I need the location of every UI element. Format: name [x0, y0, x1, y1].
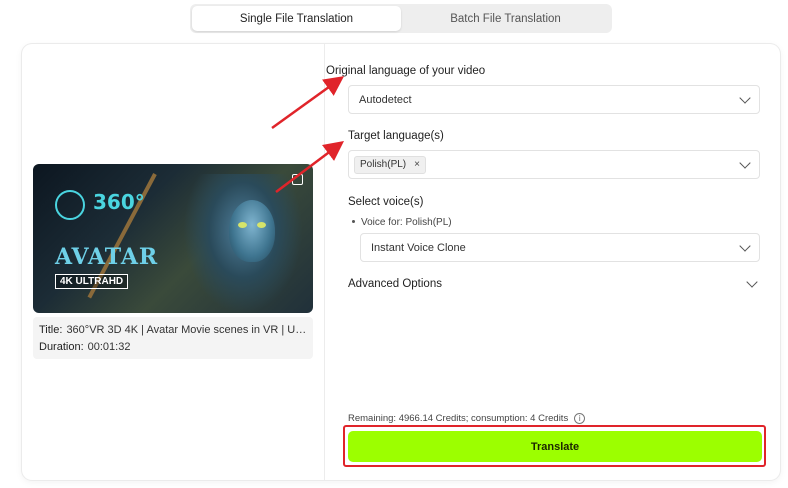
voice-value: Instant Voice Clone [371, 241, 466, 254]
target-language-label: Target language(s) [348, 130, 444, 142]
language-chip-label: Polish(PL) [360, 159, 407, 170]
tab-single-file-translation[interactable]: Single File Translation [192, 6, 401, 31]
chevron-down-icon [739, 239, 751, 252]
chevron-down-icon [746, 276, 758, 288]
advanced-options-label: Advanced Options [348, 278, 442, 290]
video-title: 360°VR 3D 4K | Avatar Movie scenes in VR… [66, 324, 307, 336]
tab-batch-file-translation[interactable]: Batch File Translation [401, 6, 610, 31]
credits-remaining: Remaining: 4966.14 Credits; consumption:… [348, 413, 586, 424]
video-duration-row: Duration: 00:01:32 [39, 339, 307, 356]
thumb-avatar-logo: AVATAR [55, 244, 159, 270]
voice-for-label: Voice for: Polish(PL) [352, 217, 452, 228]
select-voice-label: Select voice(s) [348, 196, 424, 208]
info-icon[interactable]: i [574, 413, 586, 424]
character-face [229, 200, 275, 262]
translation-mode-tabs: Single File Translation Batch File Trans… [190, 4, 612, 33]
title-label: Title: [39, 324, 63, 336]
vr-headset-icon [55, 190, 85, 220]
video-thumbnail[interactable]: 360° AVATAR 4K ULTRAHD [33, 164, 313, 313]
advanced-options-toggle[interactable]: Advanced Options [348, 274, 758, 294]
chevron-down-icon [739, 91, 751, 104]
thumb-360-label: 360° [93, 190, 145, 214]
chevron-down-icon [739, 156, 751, 169]
bullet-icon [352, 219, 355, 223]
thumb-4k-badge: 4K ULTRAHD [55, 274, 129, 289]
video-info: Title: 360°VR 3D 4K | Avatar Movie scenes… [33, 317, 313, 359]
remove-chip-icon[interactable]: × [414, 159, 420, 170]
panel-divider [324, 44, 325, 480]
original-language-label: Original language of your video [326, 65, 486, 77]
video-title-row: Title: 360°VR 3D 4K | Avatar Movie scenes… [39, 322, 307, 339]
voice-select[interactable]: Instant Voice Clone [360, 233, 760, 262]
translate-button[interactable]: Translate [348, 431, 762, 462]
original-language-select[interactable]: Autodetect [348, 85, 760, 114]
delete-icon[interactable] [292, 174, 303, 185]
original-language-value: Autodetect [359, 93, 412, 106]
video-duration: 00:01:32 [87, 341, 131, 353]
target-language-select[interactable]: Polish(PL) × [348, 150, 760, 179]
language-chip: Polish(PL) × [354, 155, 426, 174]
duration-label: Duration: [39, 341, 84, 353]
